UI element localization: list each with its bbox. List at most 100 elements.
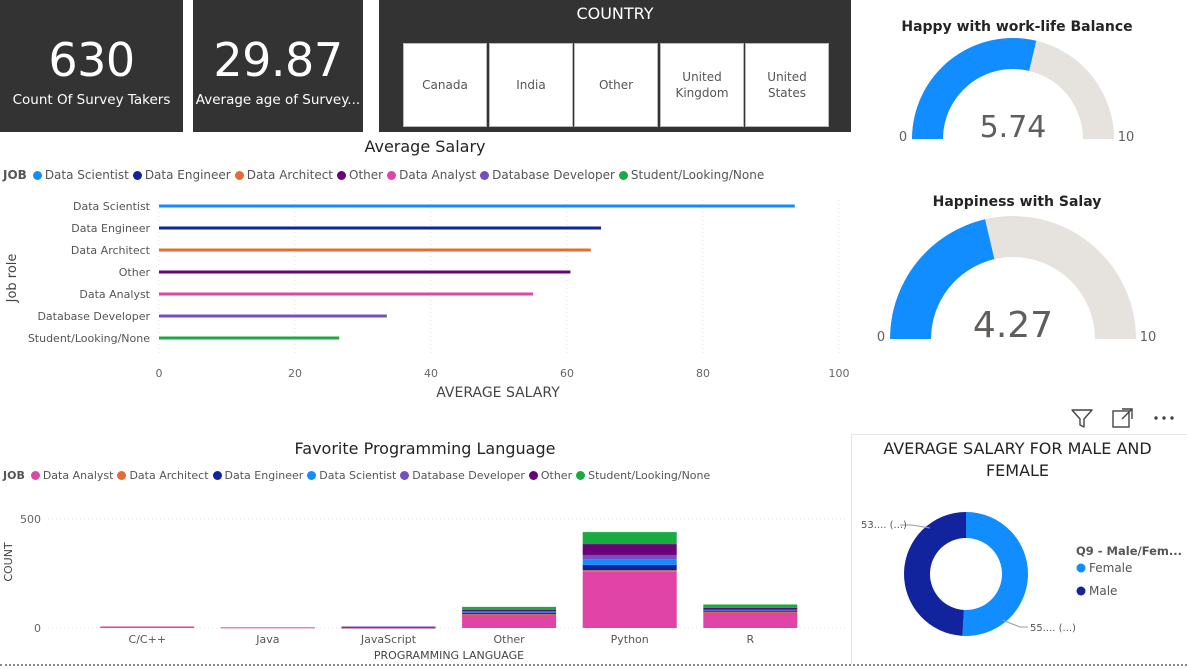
legend-item-data-scientist[interactable]: Data Scientist [307,469,396,482]
legend-dot-female [1076,563,1086,573]
legend-label: Data Engineer [224,469,304,482]
legend-label: Data Scientist [319,469,397,482]
legend-dot-male [1076,586,1086,596]
legend-dot [618,170,628,180]
bar-r-data-architect[interactable] [703,611,798,613]
legend-item-other[interactable]: Other [528,469,572,482]
legend-label: Database Developer [412,469,525,482]
donut-slice-female[interactable] [962,512,1028,636]
bar-other-data-engineer[interactable] [462,612,557,615]
legend-item-data-analyst[interactable]: Data Analyst [30,469,114,482]
y-axis-title: COUNT [2,542,15,582]
bar-r-database-developer[interactable] [703,609,798,611]
country-option-united-kingdom[interactable]: United Kingdom [660,43,744,127]
favorite-language-chart: 0 500 C/C++ Java JavaScript Other Python R PROGR… [2,513,845,662]
x-tick-label: Python [611,633,649,646]
average-age-card[interactable]: 29.87 Average age of Survey... [193,0,363,132]
x-tick-label: 100 [829,367,850,380]
bar-other-other[interactable] [462,609,557,612]
gauge-max-label: 10 [1140,330,1157,344]
country-option-other[interactable]: Other [574,43,658,127]
bar-python-data-scientist[interactable] [582,559,677,565]
legend-item-other[interactable]: Other [337,168,383,182]
bar-database-developer[interactable] [159,314,387,318]
fav-lang-title: Favorite Programming Language [294,439,556,458]
legend-dot [30,471,40,480]
x-tick-label: 80 [696,367,710,380]
more-options-icon[interactable] [1151,405,1177,431]
donut-label-female: 55.... (...) [1030,623,1076,634]
gauge-min-label: 0 [899,130,907,145]
bar-other[interactable] [159,270,571,274]
country-slicer: COUNTRY Canada India Other United Kingdo… [379,0,851,132]
bar-python-student-looking-none[interactable] [582,532,677,545]
bar-r-student-looking-none[interactable] [703,604,798,608]
bar-python-data-architect[interactable] [582,570,677,572]
fav-lang-legend-title: JOB [3,469,25,482]
legend-dot [117,471,127,480]
donut-slice-male[interactable] [904,512,966,636]
average-age-value: 29.87 [213,33,343,87]
bar-other-data-analyst[interactable] [462,614,557,628]
country-option-india[interactable]: India [489,43,573,127]
page-bottom-border [0,664,1187,666]
legend-label-male[interactable]: Male [1089,584,1117,598]
legend-item-data-architect[interactable]: Data Architect [234,168,333,182]
x-tick-label: JavaScript [360,633,417,646]
country-option-united-states[interactable]: United States [745,43,829,127]
bar-other-database-developer[interactable] [462,611,557,613]
bar-data-engineer[interactable] [159,226,601,230]
legend-dot [212,471,222,480]
bar-javascript-database-developer[interactable] [341,626,436,628]
bar-other-data-scientist[interactable] [462,612,557,614]
x-tick-label: Other [493,633,525,646]
legend-item-data-engineer[interactable]: Data Engineer [132,168,231,182]
country-slicer-title: COUNTRY [576,4,654,23]
x-axis-title: AVERAGE SALARY [436,385,560,401]
legend-item-student[interactable]: Student/Looking/None [618,168,764,182]
y-tick-label: Database Developer [37,310,150,323]
y-tick-label: Data Scientist [73,200,151,213]
focus-mode-icon[interactable] [1110,405,1136,431]
legend-dot [387,170,397,180]
legend-item-data-architect[interactable]: Data Architect [117,469,209,482]
bar-data-architect[interactable] [159,248,591,252]
worklife-gauge: 5.74 0 10 [899,38,1135,145]
bar-java-data-analyst[interactable] [220,627,315,629]
count-survey-card[interactable]: 630 Count Of Survey Takers [0,0,183,132]
legend-label: Data Scientist [44,168,129,182]
legend-item-data-scientist[interactable]: Data Scientist [32,168,129,182]
average-salary-chart: 0 20 40 60 80 100 Data Scientist Data Engineer D… [5,200,850,401]
legend-dot [528,471,538,480]
average-age-label: Average age of Survey... [195,92,361,108]
fav-lang-legend: JOB Data Analyst Data Architect Data Eng… [3,469,714,482]
bar-student-looking-none[interactable] [159,336,340,340]
country-option-canada[interactable]: Canada [403,43,487,127]
legend-item-database-developer[interactable]: Database Developer [400,469,525,482]
bar-data-analyst[interactable] [159,292,533,296]
avg-salary-legend-title: JOB [3,168,27,182]
bar-r-data-analyst[interactable] [703,612,798,628]
bar-python-database-developer[interactable] [582,554,677,560]
bar-data-scientist[interactable] [159,204,795,208]
count-survey-value: 630 [48,33,135,87]
gender-salary-donut: 53.... (...) 55.... (...) Q9 - Male/Fem...… [861,512,1182,636]
bar-python-data-analyst[interactable] [582,571,677,628]
legend-item-student[interactable]: Student/Looking/None [576,469,710,482]
legend-label-female[interactable]: Female [1089,561,1132,575]
y-tick-label: Other [119,266,151,279]
bar-other-student-looking-none[interactable] [462,606,557,610]
bar-python-other[interactable] [582,544,677,555]
bar-python-data-engineer[interactable] [582,564,677,571]
legend-item-database-developer[interactable]: Database Developer [480,168,615,182]
gauge-value: 5.74 [980,110,1047,145]
bar-c-c-data-analyst[interactable] [100,626,195,628]
legend-item-data-engineer[interactable]: Data Engineer [212,469,304,482]
filter-icon[interactable] [1069,405,1095,431]
bar-other-data-architect[interactable] [462,614,557,616]
gauge-max-label: 10 [1118,130,1135,145]
bar-r-other[interactable] [703,607,798,610]
legend-item-data-analyst[interactable]: Data Analyst [387,168,476,182]
legend-label: Student/Looking/None [588,469,711,482]
legend-label: Data Analyst [42,469,114,482]
